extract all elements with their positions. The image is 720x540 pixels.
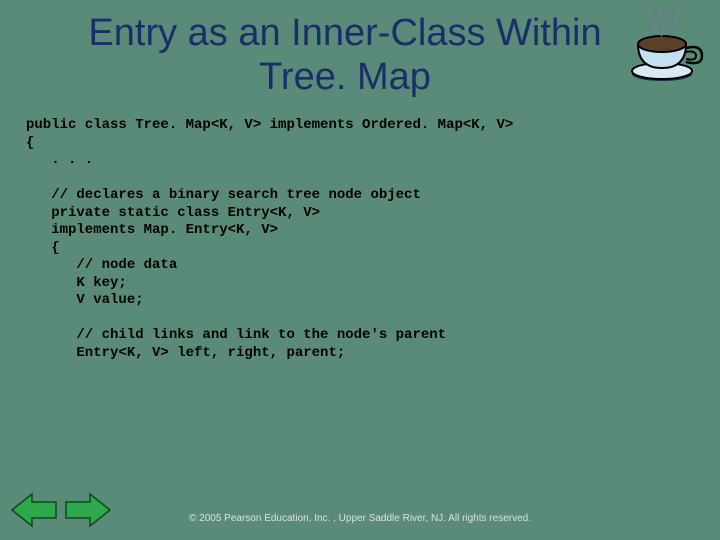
navigation [10,490,112,530]
next-arrow-button[interactable] [64,490,112,530]
slide-title: Entry as an Inner-Class Within Tree. Map [0,0,720,117]
previous-arrow-button[interactable] [10,490,58,530]
code-content: public class Tree. Map<K, V> implements … [0,117,720,362]
slide: Entry as an Inner-Class Within Tree. Map… [0,0,720,540]
teacup-icon [620,6,710,86]
